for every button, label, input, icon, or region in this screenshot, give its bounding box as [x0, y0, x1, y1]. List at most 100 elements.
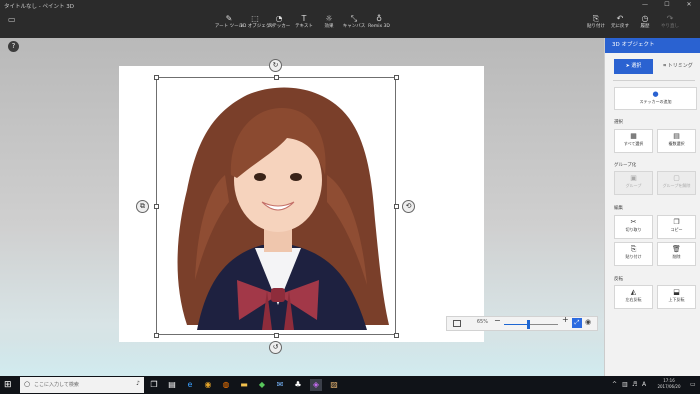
- zoom-slider[interactable]: [504, 320, 558, 329]
- section-group-label: グループ化: [614, 163, 637, 168]
- sticker-icon: ●: [652, 90, 659, 98]
- select-all-button[interactable]: ▦ すべて選択: [614, 129, 653, 153]
- flip-horizontal-icon: ◭: [630, 288, 637, 296]
- scissors-icon: ✂: [630, 218, 637, 226]
- group-icon: ▣: [630, 174, 637, 182]
- menu-folder-icon[interactable]: ▭: [8, 15, 16, 24]
- multi-select-label: 複数選択: [668, 141, 685, 146]
- rotate-x-handle-icon[interactable]: ↺: [269, 341, 282, 354]
- task-view-icon[interactable]: ❐: [148, 379, 160, 391]
- flip-horizontal-button[interactable]: ◭ 左右反転: [614, 285, 653, 309]
- view-3d-icon[interactable]: ◉: [585, 318, 591, 326]
- panel-title: 3D オブジェクト: [605, 38, 700, 53]
- mail-icon[interactable]: ✉: [274, 379, 286, 391]
- copy-button[interactable]: ❐ コピー: [657, 215, 696, 239]
- network-icon[interactable]: ▥: [622, 381, 628, 388]
- zoom-value: 65%: [476, 319, 488, 325]
- search-icon: ○: [24, 380, 31, 388]
- redo-button[interactable]: ↷ やり直し: [655, 14, 685, 30]
- flip-vertical-label: 上下反転: [668, 297, 685, 302]
- mode-select-label: 選択: [631, 63, 642, 69]
- paint-3d-taskbar-icon[interactable]: ◈: [310, 379, 322, 391]
- file-explorer-icon[interactable]: ▬: [238, 379, 250, 391]
- tool-label: やり直し: [661, 24, 679, 29]
- tray-up-arrow-icon[interactable]: ^: [612, 381, 617, 388]
- section-select-label: 選択: [614, 120, 623, 125]
- panel-paste-label: 貼り付け: [625, 254, 642, 259]
- cut-label: 切り取り: [625, 227, 642, 232]
- resize-handle[interactable]: [394, 75, 399, 80]
- flip-vertical-button[interactable]: ⬓ 上下反転: [657, 285, 696, 309]
- resize-handle[interactable]: [274, 75, 279, 80]
- zoom-out-button[interactable]: −: [494, 316, 501, 325]
- workspace-floor: [0, 338, 604, 376]
- multi-select-button[interactable]: ▤ 複数選択: [657, 129, 696, 153]
- resize-handle[interactable]: [394, 333, 399, 338]
- resize-handle[interactable]: [154, 204, 159, 209]
- panel-paste-button[interactable]: ⎘ 貼り付け: [614, 242, 653, 266]
- add-sticker-label: ステッカーの追加: [639, 99, 672, 104]
- rotate-z-handle-icon[interactable]: ⟲: [402, 200, 415, 213]
- multi-select-icon: ▤: [673, 132, 680, 140]
- zoom-in-button[interactable]: +: [562, 315, 569, 324]
- section-flip-label: 反転: [614, 277, 623, 282]
- flip-vertical-icon: ⬓: [673, 288, 680, 296]
- delete-label: 削除: [672, 254, 681, 259]
- panel-divider: [613, 80, 695, 81]
- delete-button[interactable]: 🗑 削除: [657, 242, 696, 266]
- mode-select-button[interactable]: ➤ 選択: [614, 59, 653, 74]
- frame-view-icon[interactable]: [453, 320, 461, 327]
- close-button[interactable]: ✕: [678, 0, 700, 10]
- edge-icon[interactable]: e: [184, 379, 196, 391]
- app-icon[interactable]: ♣: [292, 379, 304, 391]
- photos-icon[interactable]: ▨: [328, 379, 340, 391]
- ungroup-button[interactable]: ▢ グループを解除: [657, 171, 696, 195]
- start-windows-icon[interactable]: ⊞: [4, 380, 12, 390]
- help-button[interactable]: ?: [8, 41, 19, 52]
- add-sticker-button[interactable]: ● ステッカーの追加: [614, 87, 697, 110]
- selection-box[interactable]: [156, 77, 396, 335]
- tool-remix-3d[interactable]: ♁ Remix 3D: [364, 14, 394, 30]
- resize-handle[interactable]: [154, 75, 159, 80]
- group-button[interactable]: ▣ グループ: [614, 171, 653, 195]
- copy-icon: ❐: [673, 218, 680, 226]
- cut-button[interactable]: ✂ 切り取り: [614, 215, 653, 239]
- remix-icon: ♁: [376, 14, 382, 23]
- taskbar-search-box[interactable]: ○ ここに入力して検索 ♪: [20, 377, 144, 393]
- copy-label: コピー: [670, 227, 683, 232]
- resize-handle[interactable]: [154, 333, 159, 338]
- rotate-x-handle-icon[interactable]: ↻: [269, 59, 282, 72]
- app-icon[interactable]: ◆: [256, 379, 268, 391]
- mode-crop-label: トリミング: [667, 63, 693, 69]
- rotate-y-handle-icon[interactable]: ⧉: [136, 200, 149, 213]
- ungroup-icon: ▢: [673, 174, 680, 182]
- notification-icon[interactable]: ▭: [690, 381, 696, 388]
- select-all-icon: ▦: [630, 132, 637, 140]
- maximize-button[interactable]: ☐: [656, 0, 678, 10]
- zoom-slider-fill: [504, 324, 528, 325]
- window-title: タイトルなし - ペイント 3D: [4, 4, 74, 10]
- firefox-icon[interactable]: ◍: [220, 379, 232, 391]
- paste-icon: ⎘: [630, 245, 637, 253]
- paint-3d-app: タイトルなし - ペイント 3D — ☐ ✕ ▭ ✎ アート ツール ⬚ 3D …: [0, 0, 700, 394]
- resize-handle[interactable]: [394, 204, 399, 209]
- redo-icon: ↷: [666, 14, 674, 23]
- resize-handle[interactable]: [274, 333, 279, 338]
- trash-icon: 🗑: [672, 245, 681, 253]
- tool-label: Remix 3D: [368, 24, 390, 29]
- minimize-button[interactable]: —: [634, 0, 656, 10]
- title-bar: タイトルなし - ペイント 3D — ☐ ✕ ▭ ✎ アート ツール ⬚ 3D …: [0, 0, 700, 38]
- store-icon[interactable]: ▤: [166, 379, 178, 391]
- ungroup-label: グループを解除: [662, 183, 691, 188]
- side-panel: 3D オブジェクト ➤ 選択 ⌗ トリミング ● ステッカーの追加 選択 ▦ す…: [604, 38, 700, 376]
- mode-crop-button[interactable]: ⌗ トリミング: [659, 59, 697, 74]
- fit-to-screen-icon[interactable]: ⤢: [572, 318, 582, 328]
- clock-date: 2017/06/20: [657, 384, 681, 389]
- zoom-slider-thumb[interactable]: [526, 320, 530, 329]
- microphone-icon[interactable]: ♪: [136, 380, 140, 387]
- taskbar-clock[interactable]: 17:16 2017/06/20: [650, 378, 688, 390]
- volume-icon[interactable]: ♬: [632, 381, 637, 388]
- chrome-icon[interactable]: ◉: [202, 379, 214, 391]
- ime-icon[interactable]: A: [642, 381, 646, 388]
- windows-taskbar: ⊞ ○ ここに入力して検索 ♪ ❐ ▤ e ◉ ◍ ▬ ◆ ✉ ♣ ◈ ▨ ^ …: [0, 376, 700, 394]
